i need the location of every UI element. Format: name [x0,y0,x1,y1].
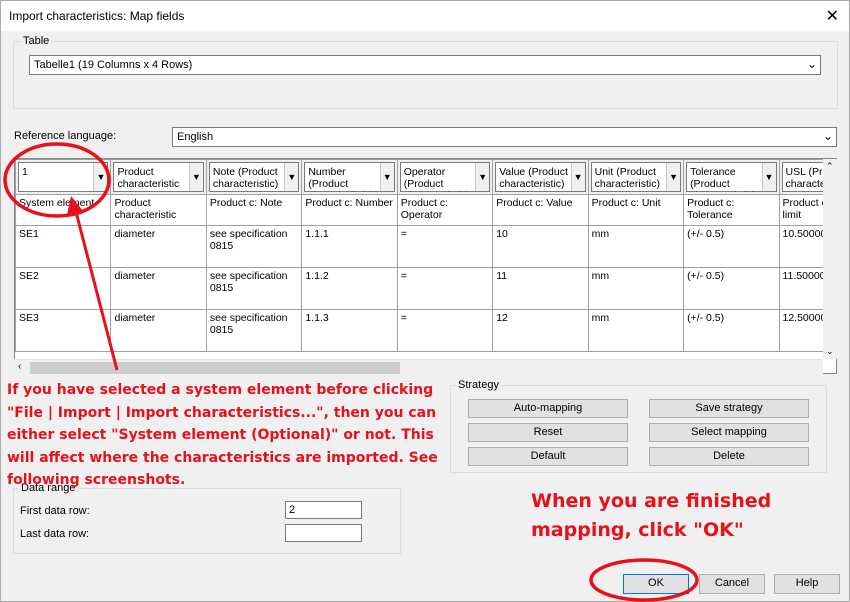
help-button[interactable]: Help [774,574,840,594]
table-cell: mm [587,225,685,268]
column-caption: Product c: Note [205,194,303,226]
mapping-grid: 1 ▼ Product characteristic ▼ Note (Product… [14,158,837,374]
column-caption: Product c: Number [301,194,398,226]
column-mapping-select[interactable]: Number (Product characteristic)▼ [304,162,395,192]
table-cell: (+/- 0.5) [683,225,780,268]
save-strategy-button[interactable]: Save strategy [649,399,809,418]
table-cell: mm [587,309,685,352]
vertical-scrollbar[interactable]: ⌃ ⌄ [823,159,837,359]
scrollbar-thumb[interactable] [30,362,400,374]
chevron-down-icon: ▼ [666,163,681,191]
chevron-down-icon: ⌄ [806,57,817,71]
reference-language-label: Reference language: [14,130,117,142]
chevron-left-icon[interactable]: ‹ [18,361,21,372]
strategy-group-label: Strategy [456,379,501,391]
table-cell: 1.1.3 [301,309,398,352]
chevron-down-icon: ▼ [761,163,776,191]
table-cell: = [396,225,494,268]
select-mapping-button[interactable]: Select mapping [649,423,809,442]
close-icon[interactable]: ✕ [826,6,839,26]
table-select[interactable]: Tabelle1 (19 Columns x 4 Rows) ⌄ [29,55,821,75]
table-group-label: Table [21,35,52,47]
chevron-down-icon: ▼ [379,163,394,191]
auto-mapping-button[interactable]: Auto-mapping [468,399,628,418]
chevron-down-icon: ▼ [93,163,108,191]
table-cell: see specification 0815 [205,309,303,352]
column-caption: Product c: Tolerance [683,194,780,226]
table-cell: SE1 [15,225,112,268]
column-mapping-select[interactable]: Unit (Product characteristic) ▼ [590,162,682,192]
data-range-group [13,488,401,554]
last-data-row-input[interactable] [285,524,362,542]
last-data-row-label: Last data row: [20,528,90,540]
mapping-row: 1 ▼ Product characteristic ▼ Note (Product… [15,159,836,195]
reference-language-select[interactable]: English ⌄ [172,127,837,147]
column-caption: Product characteristic [110,194,207,226]
default-button[interactable]: Default [468,447,628,466]
column-caption: Product c: Operator [396,194,494,226]
table-cell: diameter [110,225,207,268]
chevron-down-icon[interactable]: ⌄ [826,346,834,357]
column-mapping-select[interactable]: Product characteristic ▼ [113,162,204,192]
first-data-row-label: First data row: [20,505,90,517]
table-row: SE1 diameter see specification 0815 1.1.… [15,225,836,268]
table-cell: see specification 0815 [205,267,303,310]
table-cell: = [396,267,494,310]
chevron-down-icon: ⌄ [822,129,833,143]
column-caption: System element [15,194,112,226]
column-caption: Product c: Value [492,194,589,226]
table-cell: mm [587,267,685,310]
cancel-button[interactable]: Cancel [699,574,765,594]
table-cell: diameter [110,267,207,310]
column-mapping-select[interactable]: Value (Product characteristic) ▼ [495,162,586,192]
table-cell: (+/- 0.5) [683,309,780,352]
table-row: SE2 diameter see specification 0815 1.1.… [15,267,836,310]
title-bar: Import characteristics: Map fields ✕ [1,1,849,31]
table-cell: SE3 [15,309,112,352]
chevron-down-icon: ▼ [570,163,585,191]
table-group [13,41,838,109]
chevron-down-icon: ▼ [284,163,299,191]
table-cell: SE2 [15,267,112,310]
column-mapping-select[interactable]: Operator (Product characteristic)▼ [399,162,491,192]
chevron-down-icon: ▼ [475,163,490,191]
table-select-value: Tabelle1 (19 Columns x 4 Rows) [34,59,193,71]
table-row: SE3 diameter see specification 0815 1.1.… [15,309,836,352]
caption-row: System element Product characteristic Pr… [15,194,836,226]
column-mapping-select[interactable]: 1 ▼ [18,162,109,192]
table-cell: 1.1.1 [301,225,398,268]
table-cell: = [396,309,494,352]
table-cell: 10 [492,225,589,268]
table-cell: see specification 0815 [205,225,303,268]
ok-button[interactable]: OK [623,574,689,594]
chevron-down-icon: ▼ [188,163,203,191]
column-mapping-select[interactable]: Note (Product characteristic) ▼ [208,162,300,192]
column-mapping-select[interactable]: Tolerance (Product characteristic)▼ [686,162,777,192]
table-cell: 11 [492,267,589,310]
delete-button[interactable]: Delete [649,447,809,466]
annotation-left-note: If you have selected a system element be… [7,382,438,488]
dialog-window: Import characteristics: Map fields ✕ Tab… [0,0,850,602]
mapping-table: 1 ▼ Product characteristic ▼ Note (Product… [15,159,836,352]
table-cell: 1.1.2 [301,267,398,310]
horizontal-scrollbar[interactable]: ‹ [14,359,823,375]
annotation-ok-note: When you are finished mapping, click "OK… [531,490,772,541]
window-title: Import characteristics: Map fields [9,9,185,23]
reference-language-value: English [177,131,214,143]
table-cell: (+/- 0.5) [683,267,780,310]
chevron-up-icon[interactable]: ⌃ [826,161,834,172]
column-caption: Product c: Unit [587,194,685,226]
table-cell: 12 [492,309,589,352]
table-cell: diameter [110,309,207,352]
reset-button[interactable]: Reset [468,423,628,442]
first-data-row-input[interactable]: 2 [285,501,362,519]
